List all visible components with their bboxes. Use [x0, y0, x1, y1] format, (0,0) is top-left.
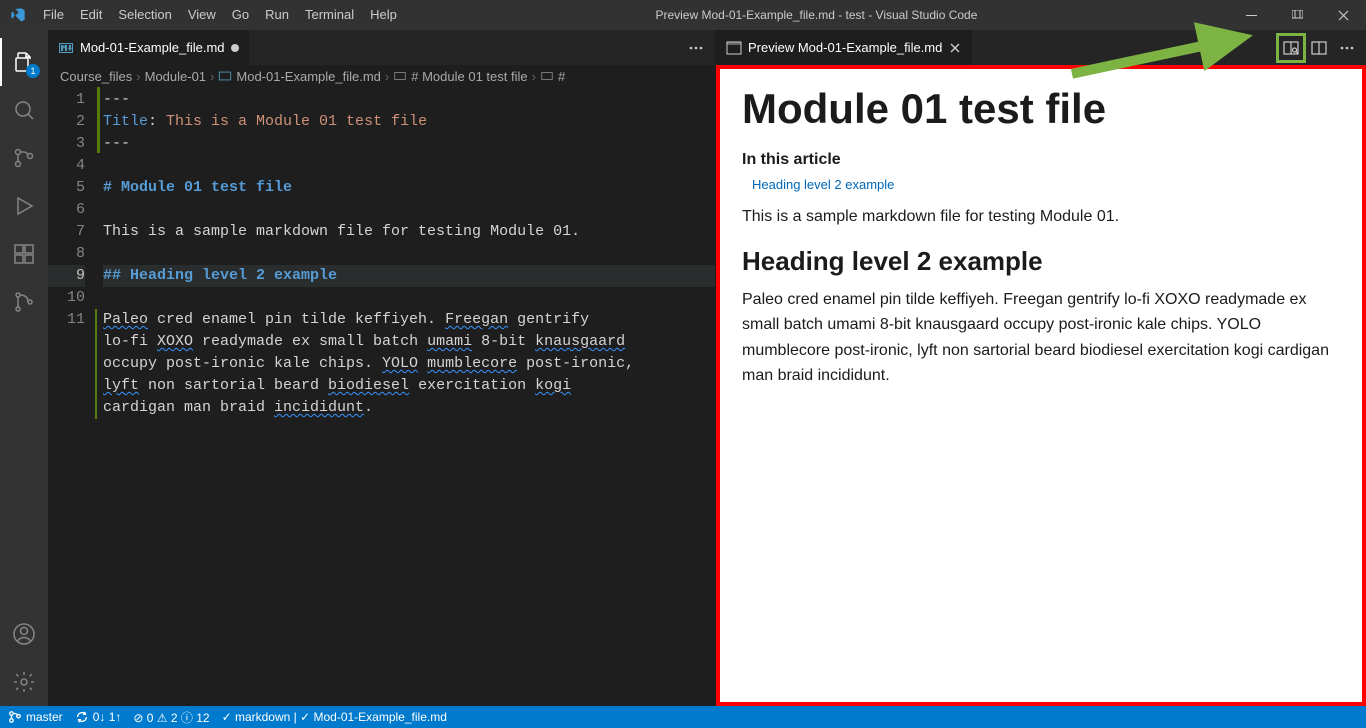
menu-help[interactable]: Help	[362, 0, 405, 30]
menu-bar: File Edit Selection View Go Run Terminal…	[35, 0, 405, 30]
explorer-icon[interactable]: 1	[0, 38, 48, 86]
explorer-badge: 1	[26, 64, 40, 78]
markdown-preview[interactable]: Module 01 test file In this article Head…	[716, 65, 1366, 706]
status-branch[interactable]: master	[8, 710, 63, 724]
menu-go[interactable]: Go	[224, 0, 257, 30]
status-problems[interactable]: ⊘ 0 ⚠ 2 ⓘ 12	[133, 709, 209, 726]
editor-group-left: Mod-01-Example_file.md Course_files › Mo…	[48, 30, 716, 706]
close-icon[interactable]	[948, 41, 962, 55]
activity-bar: 1	[0, 30, 48, 706]
status-lint[interactable]: ✓ markdown | ✓ Mod-01-Example_file.md	[222, 710, 447, 724]
extensions-icon[interactable]	[0, 230, 48, 278]
titlebar: File Edit Selection View Go Run Terminal…	[0, 0, 1366, 30]
code-editor[interactable]: 1 2 3 4 5 6 7 8 9 10 11 --- Title: This …	[48, 87, 715, 706]
toc-link[interactable]: Heading level 2 example	[742, 177, 1340, 192]
vscode-logo	[0, 7, 35, 23]
code-content[interactable]: --- Title: This is a Module 01 test file…	[103, 87, 715, 706]
status-sync[interactable]: 0↓ 1↑	[75, 710, 122, 724]
git-graph-icon[interactable]	[0, 278, 48, 326]
preview-h2: Heading level 2 example	[742, 246, 1340, 277]
tab-label: Preview Mod-01-Example_file.md	[748, 40, 942, 55]
preview-icon	[726, 40, 742, 56]
breadcrumb-item[interactable]: Mod-01-Example_file.md	[236, 69, 381, 84]
dirty-indicator-icon	[231, 44, 239, 52]
split-editor-icon[interactable]	[1308, 37, 1330, 59]
menu-terminal[interactable]: Terminal	[297, 0, 362, 30]
settings-icon[interactable]	[0, 658, 48, 706]
more-actions-icon[interactable]	[1336, 37, 1358, 59]
search-icon[interactable]	[0, 86, 48, 134]
tab-label: Mod-01-Example_file.md	[80, 40, 225, 55]
preview-paragraph: This is a sample markdown file for testi…	[742, 204, 1340, 230]
source-control-icon[interactable]	[0, 134, 48, 182]
window-controls	[1228, 0, 1366, 30]
menu-selection[interactable]: Selection	[110, 0, 179, 30]
open-preview-side-icon[interactable]	[1280, 37, 1302, 59]
toc-title: In this article	[742, 151, 1340, 169]
tab-preview[interactable]: Preview Mod-01-Example_file.md	[716, 30, 973, 65]
markdown-file-icon	[218, 69, 232, 83]
tab-source-file[interactable]: Mod-01-Example_file.md	[48, 30, 250, 65]
markdown-file-icon	[58, 40, 74, 56]
minimize-button[interactable]	[1228, 0, 1274, 30]
preview-paragraph: Paleo cred enamel pin tilde keffiyeh. Fr…	[742, 287, 1340, 389]
heading-icon	[540, 69, 554, 83]
breadcrumb[interactable]: Course_files › Module-01 › Mod-01-Exampl…	[48, 65, 715, 87]
heading-icon	[393, 69, 407, 83]
window-title: Preview Mod-01-Example_file.md - test - …	[405, 8, 1228, 22]
run-debug-icon[interactable]	[0, 182, 48, 230]
breadcrumb-item[interactable]: #	[558, 69, 565, 84]
menu-edit[interactable]: Edit	[72, 0, 110, 30]
account-icon[interactable]	[0, 610, 48, 658]
breadcrumb-item[interactable]: Module-01	[145, 69, 206, 84]
close-button[interactable]	[1320, 0, 1366, 30]
tabs-left: Mod-01-Example_file.md	[48, 30, 715, 65]
preview-h1: Module 01 test file	[742, 85, 1340, 133]
status-bar: master 0↓ 1↑ ⊘ 0 ⚠ 2 ⓘ 12 ✓ markdown | ✓…	[0, 706, 1366, 728]
breadcrumb-item[interactable]: # Module 01 test file	[411, 69, 527, 84]
breadcrumb-item[interactable]: Course_files	[60, 69, 132, 84]
menu-view[interactable]: View	[180, 0, 224, 30]
tabs-right: Preview Mod-01-Example_file.md	[716, 30, 1366, 65]
editor-group-right: Preview Mod-01-Example_file.md	[716, 30, 1366, 706]
maximize-button[interactable]	[1274, 0, 1320, 30]
menu-run[interactable]: Run	[257, 0, 297, 30]
menu-file[interactable]: File	[35, 0, 72, 30]
more-actions-icon[interactable]	[685, 37, 707, 59]
